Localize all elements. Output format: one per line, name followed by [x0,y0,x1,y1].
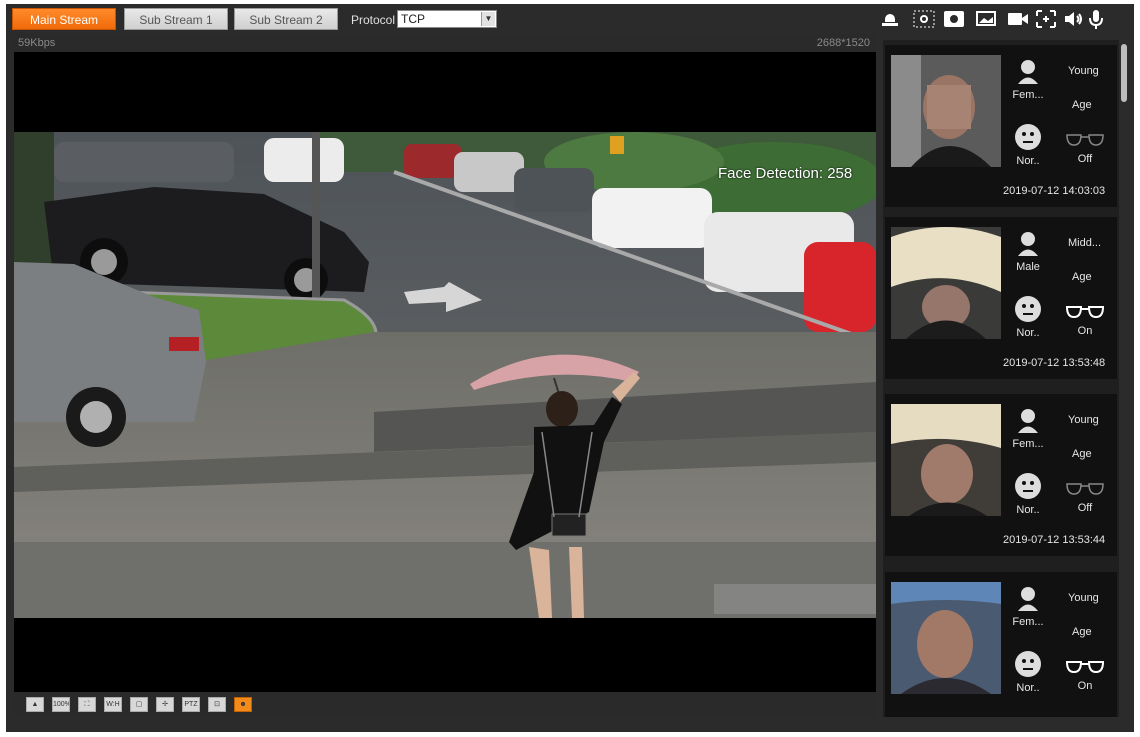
image-icon[interactable] [974,8,998,30]
glasses-icon [1065,661,1105,674]
protocol-value: TCP [401,12,425,26]
video-camera-icon[interactable] [1006,8,1030,30]
snapshot-region-icon[interactable] [912,8,936,30]
expression-attr: Nor.. [1011,123,1045,167]
gender-attr: Male [1011,229,1045,273]
age-value: Young [1068,414,1099,426]
bottom-toolbar: ▲ 100% ⛶ W:H ▢ ✢ PTZ ⊡ ☻ [14,692,876,717]
age-label: Age [1072,271,1092,283]
gender-attr: Fem... [1011,406,1045,450]
gender-attr: Fem... [1011,57,1045,101]
face-detection-count: Face Detection: 258 [718,165,853,182]
main-stream-button[interactable]: Main Stream [12,8,116,30]
record-icon[interactable] [942,8,966,30]
expression-text: Nor.. [1016,155,1040,167]
bitrate-text: 59Kbps [18,37,56,49]
gender-text: Male [1016,261,1040,273]
face-card[interactable]: Fem... Young Age Nor.. Off 2019-07-12 14… [885,45,1117,207]
gender-icon [1018,587,1038,611]
glasses-text: On [1077,325,1093,337]
microphone-icon[interactable] [1084,8,1108,30]
zoom-in-icon[interactable]: PTZ [182,697,200,712]
aspect-icon[interactable]: ▢ [130,697,148,712]
expression-icon [1015,473,1041,499]
expression-attr: Nor.. [1011,650,1045,694]
capture-time: 2019-07-12 13:53:48 [1003,357,1106,369]
resolution-text: 2688*1520 [816,37,870,49]
face-panel-scrollbar[interactable] [1119,40,1129,717]
age-label: Age [1072,448,1092,460]
gender-icon [1018,232,1038,256]
expression-attr: Nor.. [1011,472,1045,516]
stream-info-bar: 59Kbps 2688*1520 [14,34,876,52]
age-label: Age [1072,626,1092,638]
gender-text: Fem... [1012,89,1044,101]
glasses-text: Off [1077,153,1093,165]
face-snapshot [891,55,1001,167]
glasses-icon [1066,134,1104,146]
chevron-down-icon: ▼ [481,12,495,26]
ratio-icon[interactable]: W:H [104,697,122,712]
capture-time: 2019-07-12 13:53:44 [1003,534,1106,546]
gender-text: Fem... [1012,438,1044,450]
live-view-window: Main Stream Sub Stream 1 Sub Stream 2 Pr… [6,4,1134,732]
live-video[interactable]: Face Detection: 258 [14,52,876,692]
face-snapshot [891,404,1001,516]
glasses-attr: On [1063,656,1107,692]
face-card[interactable]: Fem... Young Age Nor.. On [885,572,1117,717]
sub-stream-1-button[interactable]: Sub Stream 1 [124,8,228,30]
face-card[interactable]: Fem... Young Age Nor.. Off 2019-07-12 13… [885,394,1117,556]
fullscreen-icon[interactable]: ⛶ [78,697,96,712]
top-toolbar: Main Stream Sub Stream 1 Sub Stream 2 Pr… [6,4,1134,34]
ptz-icon[interactable]: ✢ [156,697,174,712]
gender-attr: Fem... [1011,584,1045,628]
age-value: Young [1068,65,1099,77]
glasses-icon [1065,306,1105,319]
face-card[interactable]: Male Midd... Age Nor.. On 2019-07-12 13:… [885,217,1117,379]
fisheye-icon[interactable]: 100% [52,697,70,712]
expression-text: Nor.. [1016,682,1040,694]
glasses-text: On [1077,680,1093,692]
audio-talk-icon[interactable] [878,8,902,30]
age-value: Midd... [1068,237,1102,249]
glasses-attr: Off [1063,129,1107,165]
protocol-select[interactable]: TCP ▼ [397,10,497,28]
expression-text: Nor.. [1016,504,1040,516]
camera-scene-image [14,132,876,618]
glasses-text: Off [1077,502,1093,514]
capture-time: 2019-07-12 14:03:03 [1003,185,1106,197]
zoom-icon[interactable] [1034,8,1058,30]
speaker-icon[interactable] [1062,8,1086,30]
face-snapshot [891,582,1001,694]
glasses-icon [1066,483,1104,495]
protocol-label: Protocol [351,13,396,27]
face-detection-panel: Fem... Young Age Nor.. Off 2019-07-12 14… [883,40,1119,717]
scroll-thumb[interactable] [1121,44,1127,102]
age-value: Young [1068,592,1099,604]
gender-text: Fem... [1012,616,1044,628]
video-panel: 59Kbps 2688*1520 Face Detection: 258 ▲ 1… [14,34,876,717]
glasses-attr: On [1063,301,1107,337]
original-size-icon[interactable]: ▲ [26,697,44,712]
expression-icon [1015,124,1041,150]
face-detection-icon[interactable]: ☻ [234,697,252,712]
age-label: Age [1072,99,1092,111]
expression-icon [1015,651,1041,677]
gender-icon [1018,60,1038,84]
glasses-attr: Off [1063,478,1107,514]
gender-icon [1018,409,1038,433]
expression-attr: Nor.. [1011,295,1045,339]
face-snapshot [891,227,1001,339]
sub-stream-2-button[interactable]: Sub Stream 2 [234,8,338,30]
expression-icon [1015,296,1041,322]
expression-text: Nor.. [1016,327,1040,339]
regional-focus-icon[interactable]: ⊡ [208,697,226,712]
